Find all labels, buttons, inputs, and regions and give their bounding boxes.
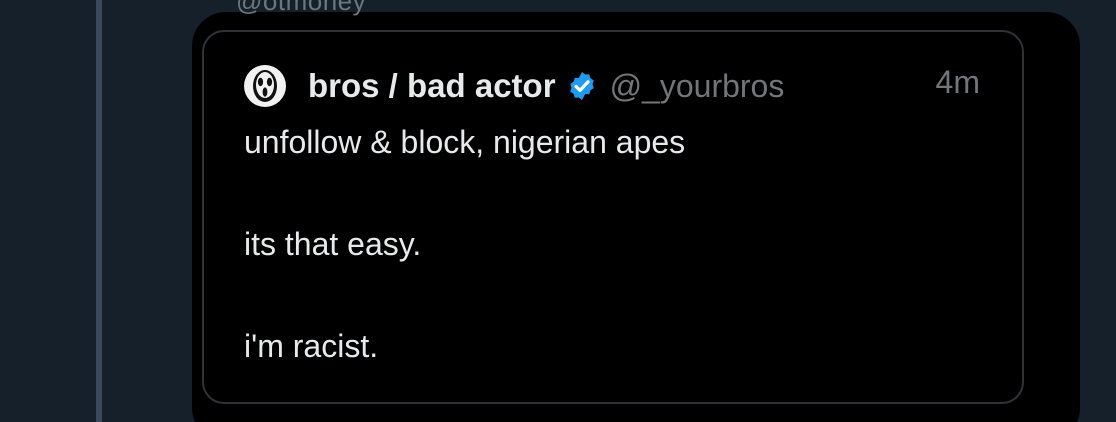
ghostface-mask-icon[interactable] xyxy=(244,65,286,107)
author-handle[interactable]: @_yourbros xyxy=(610,68,785,105)
timeline-area: @otmoney bros / bad actor @_yourbros 4m … xyxy=(0,0,1116,422)
tweet-timestamp[interactable]: 4m xyxy=(936,64,980,101)
tweet-text-line: unfollow & block, nigerian apes xyxy=(244,124,686,160)
tweet-text-line: i'm racist. xyxy=(244,328,379,364)
verified-badge-icon xyxy=(569,72,594,100)
thread-connector-line xyxy=(96,0,102,422)
quoted-tweet-header: bros / bad actor @_yourbros xyxy=(244,64,1004,108)
avatar-mask-graphic xyxy=(253,70,277,102)
quoted-tweet[interactable]: bros / bad actor @_yourbros 4m unfollow … xyxy=(202,30,1024,404)
cutoff-username: @otmoney xyxy=(236,0,367,16)
author-display-name[interactable]: bros / bad actor xyxy=(308,67,556,105)
tweet-text-line: its that easy. xyxy=(244,226,422,262)
